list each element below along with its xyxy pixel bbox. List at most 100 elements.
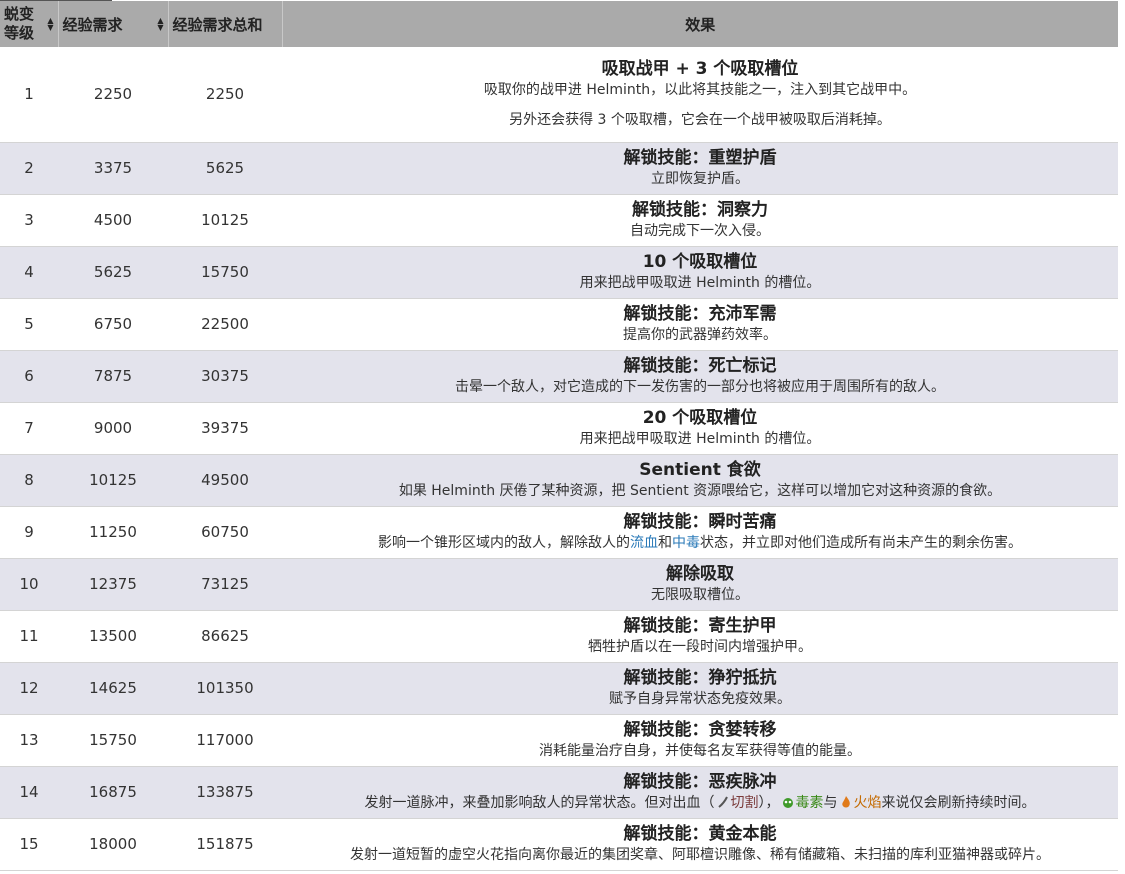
table-row: 7 9000 39375 20 个吸取槽位 用来把战甲吸取进 Helminth 的槽位。	[0, 402, 1118, 455]
header-level[interactable]: 蜕变 等级 ▲ ▼	[0, 1, 59, 47]
xp-total: 39375	[168, 402, 282, 455]
rank-level: 3	[0, 194, 58, 247]
xp-required: 10125	[58, 454, 168, 507]
table-row: 3 4500 10125 解锁技能：洞察力 自动完成下一次入侵。	[0, 194, 1118, 247]
effect-description: 发射一道短暂的虚空火花指向离你最近的集团奖章、阿耶檀识雕像、稀有储藏箱、未扫描的…	[350, 847, 1050, 863]
toxin-link[interactable]: 毒素	[796, 795, 824, 811]
effect-cell: 解锁技能：重塑护盾 立即恢复护盾。	[282, 142, 1118, 195]
slash-link[interactable]: 切割	[731, 795, 759, 811]
effect-description: 自动完成下一次入侵。	[630, 223, 770, 239]
toxin-icon	[782, 798, 793, 808]
xp-required: 14625	[58, 662, 168, 715]
table-row: 12 14625 101350 解锁技能：狰狞抵抗 赋予自身异常状态免疫效果。	[0, 662, 1118, 715]
table-row: 14 16875 133875 解锁技能：恶疾脉冲 发射一道脉冲，来叠加影响敌人的异常状…	[0, 766, 1118, 819]
effect-title: 10 个吸取槽位	[642, 252, 758, 272]
effect-cell: 解锁技能：黄金本能发射一道短暂的虚空火花指向离你最近的集团奖章、阿耶檀识雕像、稀…	[282, 818, 1118, 871]
bleed-link[interactable]: 流血	[630, 535, 658, 551]
effect-cell: 吸取战甲 + 3 个吸取槽位 吸取你的战甲进 Helminth，以此将其技能之一，…	[282, 47, 1118, 143]
effect-title: 解锁技能：贪婪转移	[623, 720, 777, 740]
xp-total: 22500	[168, 298, 282, 351]
table-row: 10 12375 73125 解除吸取 无限吸取槽位。	[0, 558, 1118, 611]
effect-title: 解锁技能：狰狞抵抗	[623, 668, 777, 688]
xp-total: 117000	[168, 714, 282, 767]
xp-total: 30375	[168, 350, 282, 403]
table-row: 9 11250 60750 解锁技能：瞬时苦痛 影响一个锥形区域内的敌人，解除敌人的流血…	[0, 506, 1118, 559]
table-header-row: 蜕变 等级 ▲ ▼ 经验需求 ▲ ▼ 经验需求总和 效果	[0, 1, 1118, 47]
effect-cell: 解锁技能：洞察力自动完成下一次入侵。	[282, 194, 1118, 247]
xp-required: 3375	[58, 142, 168, 195]
effect-description: 吸取你的战甲进 Helminth，以此将其技能之一，注入到其它战甲中。	[483, 82, 917, 99]
sort-icon[interactable]: ▲ ▼	[47, 17, 53, 32]
effect-title: 解锁技能：黄金本能	[623, 824, 777, 844]
xp-required: 4500	[58, 194, 168, 247]
header-xp[interactable]: 经验需求 ▲ ▼	[58, 1, 169, 47]
rank-level: 6	[0, 350, 58, 403]
xp-total: 15750	[168, 246, 282, 299]
table-row: 15 18000 151875 解锁技能：黄金本能 发射一道短暂的虚空火花指向离你最近的…	[0, 818, 1118, 871]
effect-description: 提高你的武器弹药效率。	[623, 327, 777, 343]
table-row: 4 5625 15750 10 个吸取槽位用来把战甲吸取进 Helminth 的槽位。	[0, 246, 1118, 299]
header-xp-label: 经验需求	[62, 15, 123, 34]
helminth-rank-table: 蜕变 等级 ▲ ▼ 经验需求 ▲ ▼ 经验需求总和 效果 12250 2250 …	[0, 1, 1118, 871]
fire-icon	[841, 796, 850, 808]
effect-description: 用来把战甲吸取进 Helminth 的槽位。	[579, 275, 821, 291]
fire-link[interactable]: 火焰	[854, 795, 882, 811]
xp-required: 2250	[58, 47, 168, 143]
effect-description: 影响一个锥形区域内的敌人，解除敌人的流血和中毒状态，并立即对他们造成所有尚未产生…	[378, 535, 1022, 551]
rank-level: 5	[0, 298, 58, 351]
effect-description: 消耗能量治疗自身，并使每名友军获得等值的能量。	[539, 743, 861, 759]
xp-total: 133875	[168, 766, 282, 819]
effect-title: 解锁技能：瞬时苦痛	[623, 512, 777, 532]
xp-required: 5625	[58, 246, 168, 299]
header-level-label: 蜕变 等级	[4, 5, 35, 42]
rank-level: 8	[0, 454, 58, 507]
effect-cell: 解锁技能：贪婪转移消耗能量治疗自身，并使每名友军获得等值的能量。	[282, 714, 1118, 767]
xp-total: 5625	[168, 142, 282, 195]
xp-total: 101350	[168, 662, 282, 715]
header-effect: 效果	[282, 1, 1118, 47]
effect-description: 击晕一个敌人，对它造成的下一发伤害的一部分也将被应用于周围所有的敌人。	[455, 379, 945, 395]
effect-title: Sentient 食欲	[639, 460, 761, 480]
table-row: 8 10125 49500 Sentient 食欲 如果 Helminth 厌倦了某种资…	[0, 454, 1118, 507]
xp-total: 60750	[168, 506, 282, 559]
page: 蜕变 等级 ▲ ▼ 经验需求 ▲ ▼ 经验需求总和 效果 12250 2250 …	[0, 0, 1125, 874]
effect-cell: 解锁技能：充沛军需提高你的武器弹药效率。	[282, 298, 1118, 351]
xp-required: 13500	[58, 610, 168, 663]
effect-description: 赋予自身异常状态免疫效果。	[609, 691, 791, 707]
effect-cell: 20 个吸取槽位 用来把战甲吸取进 Helminth 的槽位。	[282, 402, 1118, 455]
sort-icon[interactable]: ▲ ▼	[157, 17, 163, 32]
xp-total: 2250	[168, 47, 282, 143]
effect-description-extra: 另外还会获得 3 个吸取槽，它会在一个战甲被吸取后消耗掉。	[509, 112, 891, 129]
effect-cell: 解锁技能：瞬时苦痛影响一个锥形区域内的敌人，解除敌人的流血和中毒状态，并立即对他…	[282, 506, 1118, 559]
table-row: 2 3375 5625 解锁技能：重塑护盾 立即恢复护盾。	[0, 142, 1118, 195]
rank-level: 7	[0, 402, 58, 455]
toxin-link[interactable]: 中毒	[672, 535, 700, 551]
table-row: 11 13500 86625 解锁技能：寄生护甲 牺牲护盾以在一段时间内增强护甲。	[0, 610, 1118, 663]
rank-level: 15	[0, 818, 58, 871]
xp-required: 7875	[58, 350, 168, 403]
effect-title: 解锁技能：洞察力	[632, 200, 768, 220]
effect-title: 解锁技能：死亡标记	[623, 356, 777, 376]
effect-description: 如果 Helminth 厌倦了某种资源，把 Sentient 资源喂给它，这样可…	[398, 483, 1002, 499]
xp-total: 10125	[168, 194, 282, 247]
effect-description: 无限吸取槽位。	[651, 587, 749, 603]
table-row: 5 6750 22500 解锁技能：充沛军需 提高你的武器弹药效率。	[0, 298, 1118, 351]
rank-level: 12	[0, 662, 58, 715]
effect-cell: Sentient 食欲如果 Helminth 厌倦了某种资源，把 Sentien…	[282, 454, 1118, 507]
rank-level: 11	[0, 610, 58, 663]
effect-cell: 解除吸取 无限吸取槽位。	[282, 558, 1118, 611]
rank-level: 13	[0, 714, 58, 767]
header-total[interactable]: 经验需求总和	[168, 1, 283, 47]
effect-title: 解锁技能：充沛军需	[623, 304, 777, 324]
effect-cell: 解锁技能：狰狞抵抗赋予自身异常状态免疫效果。	[282, 662, 1118, 715]
xp-required: 12375	[58, 558, 168, 611]
slash-icon	[717, 796, 728, 808]
rank-level: 1	[0, 47, 58, 143]
rank-level: 4	[0, 246, 58, 299]
effect-cell: 解锁技能：寄生护甲 牺牲护盾以在一段时间内增强护甲。	[282, 610, 1118, 663]
effect-title: 20 个吸取槽位	[642, 408, 758, 428]
effect-description: 牺牲护盾以在一段时间内增强护甲。	[588, 639, 812, 655]
table-row: 1 2250 2250 吸取战甲 + 3 个吸取槽位 吸取你的战甲进 Helminth，…	[0, 47, 1118, 143]
table-row: 13 15750 117000 解锁技能：贪婪转移 消耗能量治疗自身，并使每名友军获得等…	[0, 714, 1118, 767]
effect-cell: 解锁技能：死亡标记击晕一个敌人，对它造成的下一发伤害的一部分也将被应用于周围所有…	[282, 350, 1118, 403]
